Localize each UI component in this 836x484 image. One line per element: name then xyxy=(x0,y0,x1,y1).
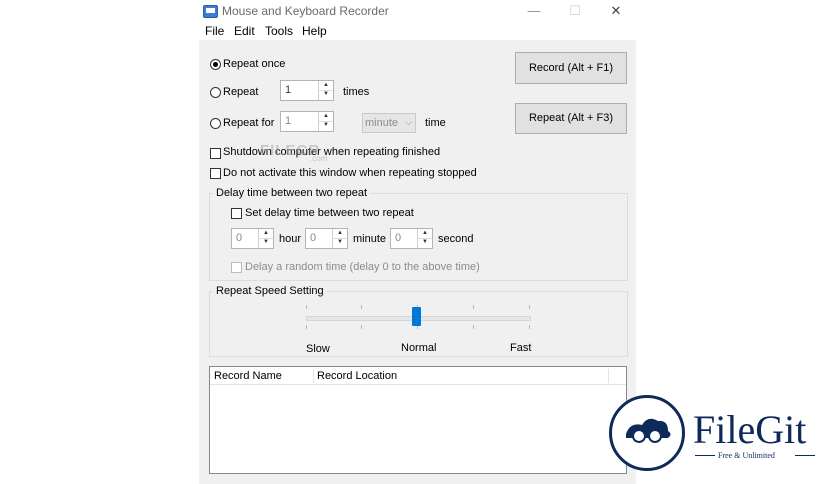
stepper-down-icon[interactable]: ▼ xyxy=(259,238,273,247)
times-label: times xyxy=(343,86,370,98)
repeat-once-radio[interactable] xyxy=(210,59,221,70)
set-delay-checkbox[interactable] xyxy=(231,208,242,219)
hour-stepper[interactable]: 0 ▲ ▼ xyxy=(231,228,274,249)
menu-file[interactable]: File xyxy=(205,24,224,38)
repeat-for-stepper[interactable]: 1 ▲ ▼ xyxy=(280,111,334,132)
time-unit-select[interactable]: minute ⌵ xyxy=(362,113,416,133)
menu-tools[interactable]: Tools xyxy=(265,24,293,38)
stepper-down-icon[interactable]: ▼ xyxy=(418,238,432,247)
speed-fast-label: Fast xyxy=(510,342,532,354)
speed-normal-label: Normal xyxy=(401,342,437,354)
slider-tick xyxy=(361,305,362,309)
delay-group-title: Delay time between two repeat xyxy=(213,187,371,199)
stepper-down-icon[interactable]: ▼ xyxy=(319,90,333,99)
time-unit-value: minute xyxy=(365,117,399,129)
no-activate-label: Do not activate this window when repeati… xyxy=(223,167,477,179)
column-divider xyxy=(608,369,609,383)
repeat-count-stepper[interactable]: 1 ▲ ▼ xyxy=(280,80,334,101)
minute-value: 0 xyxy=(310,232,317,244)
window-title: Mouse and Keyboard Recorder xyxy=(222,4,389,18)
column-divider xyxy=(313,369,314,383)
repeat-button[interactable]: Repeat (Alt + F3) xyxy=(515,103,627,134)
stepper-down-icon[interactable]: ▼ xyxy=(319,121,333,130)
filecr-watermark-sub: .com xyxy=(310,154,328,163)
filegit-logo-tagline: Free & Unlimited xyxy=(718,451,775,460)
hour-value: 0 xyxy=(236,232,243,244)
slider-tick xyxy=(529,325,530,329)
filegit-logo-text: FileGit xyxy=(693,407,807,452)
close-icon[interactable]: ✕ xyxy=(606,3,626,19)
speed-slow-label: Slow xyxy=(306,343,330,355)
shutdown-checkbox[interactable] xyxy=(210,148,221,159)
slider-tick xyxy=(361,325,362,329)
menu-help[interactable]: Help xyxy=(302,24,327,38)
random-delay-checkbox[interactable] xyxy=(231,262,242,273)
repeat-for-value: 1 xyxy=(285,115,292,127)
time-label: time xyxy=(425,117,446,129)
slider-tick xyxy=(473,325,474,329)
random-delay-label: Delay a random time (delay 0 to the abov… xyxy=(245,261,480,273)
repeat-count-value: 1 xyxy=(285,84,292,96)
maximize-icon[interactable]: ☐ xyxy=(565,3,585,19)
slider-tick xyxy=(473,305,474,309)
set-delay-label: Set delay time between two repeat xyxy=(245,207,414,219)
no-activate-checkbox[interactable] xyxy=(210,168,221,179)
second-stepper[interactable]: 0 ▲ ▼ xyxy=(390,228,433,249)
stepper-down-icon[interactable]: ▼ xyxy=(333,238,347,247)
app-icon xyxy=(203,5,218,18)
minute-stepper[interactable]: 0 ▲ ▼ xyxy=(305,228,348,249)
record-button[interactable]: Record (Alt + F1) xyxy=(515,52,627,84)
slider-tick xyxy=(306,305,307,309)
minimize-icon[interactable]: — xyxy=(524,3,544,19)
second-label: second xyxy=(438,233,474,245)
chevron-down-icon: ⌵ xyxy=(405,117,412,127)
filegit-logo-icon xyxy=(609,395,685,471)
column-header-record-location[interactable]: Record Location xyxy=(313,367,608,385)
minute-label: minute xyxy=(353,233,387,245)
repeat-for-radio[interactable] xyxy=(210,118,221,129)
repeat-for-label: Repeat for xyxy=(223,117,275,129)
slider-tick xyxy=(306,325,307,329)
speed-slider-thumb[interactable] xyxy=(412,307,421,326)
slider-tick xyxy=(529,305,530,309)
second-value: 0 xyxy=(395,232,402,244)
menu-edit[interactable]: Edit xyxy=(234,24,255,38)
column-header-filler xyxy=(608,367,626,385)
hour-label: hour xyxy=(279,233,302,245)
repeat-label: Repeat xyxy=(223,86,259,98)
column-header-record-name[interactable]: Record Name xyxy=(210,367,313,385)
logo-divider xyxy=(795,455,815,456)
logo-divider xyxy=(695,455,715,456)
repeat-times-radio[interactable] xyxy=(210,87,221,98)
speed-group-title: Repeat Speed Setting xyxy=(213,285,327,297)
repeat-once-label: Repeat once xyxy=(223,58,286,70)
shutdown-label: Shutdown computer when repeating finishe… xyxy=(223,146,441,158)
